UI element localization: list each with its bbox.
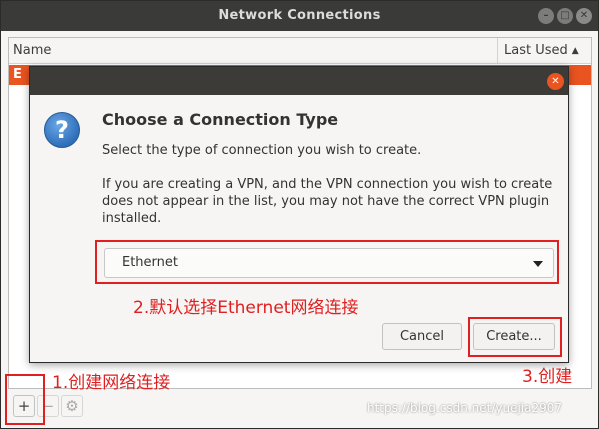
maximize-button[interactable]: □ [557,8,573,24]
window-titlebar[interactable]: Network Connections – □ ✕ [1,1,598,31]
dialog-titlebar[interactable]: ✕ [30,67,568,95]
column-last-used-label: Last Used [504,43,568,58]
question-icon: ? [44,112,80,148]
window-title: Network Connections [218,8,381,23]
annotation-step1: 1.创建网络连接 [52,373,171,393]
group-label: E [13,67,22,82]
watermark: https://blog.csdn.net/yuejia2907 [367,401,563,415]
column-last-used-header[interactable]: Last Used ▲ [497,38,591,63]
dialog-close-button[interactable]: ✕ [547,73,564,90]
annotation-box-create [468,317,562,357]
annotation-step3: 3.创建 [522,367,573,387]
annotation-step2: 2.默认选择Ethernet网络连接 [133,298,359,318]
dialog-heading: Choose a Connection Type [102,110,339,129]
gear-icon[interactable]: ⚙ [61,395,83,417]
window-close-button[interactable]: ✕ [576,8,592,24]
dialog-vpn-note: If you are creating a VPN, and the VPN c… [102,177,553,226]
minimize-button[interactable]: – [538,8,554,24]
cancel-button[interactable]: Cancel [382,323,462,350]
annotation-box-add [5,374,45,425]
list-header: Name Last Used ▲ [9,38,591,64]
column-name-header[interactable]: Name [13,43,51,58]
annotation-box-select [95,240,559,284]
sort-ascending-icon: ▲ [571,46,579,56]
dialog-instruction: Select the type of connection you wish t… [102,143,422,158]
